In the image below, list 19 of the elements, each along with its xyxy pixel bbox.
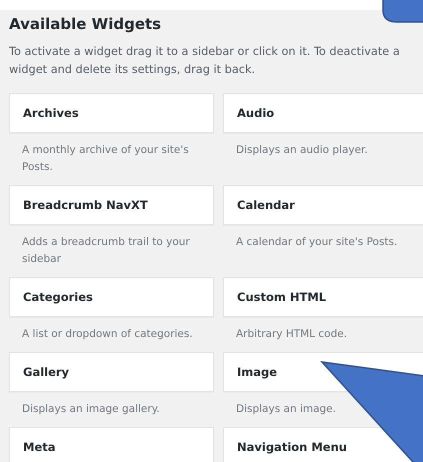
callout-bubble xyxy=(382,0,423,23)
widget-card[interactable]: Audio xyxy=(223,93,423,133)
panel-title: Available Widgets xyxy=(9,15,162,33)
widget-description: Adds a breadcrumb trail to your sidebar xyxy=(21,235,191,267)
widget-card[interactable]: Categories xyxy=(9,277,214,317)
widget-description: A calendar of your site's Posts. xyxy=(235,235,398,250)
widget-description: Arbitrary HTML code. xyxy=(235,327,348,342)
widget-card[interactable]: Archives xyxy=(9,93,214,133)
widget-description: Displays an image. xyxy=(235,402,337,417)
widget-description: Displays an audio player. xyxy=(235,143,369,158)
widget-card[interactable]: Gallery xyxy=(9,352,214,392)
widget-description: A list or dropdown of categories. xyxy=(21,327,194,342)
widget-description: Displays an image gallery. xyxy=(21,402,161,417)
widget-card[interactable]: Meta xyxy=(9,427,214,462)
widget-card[interactable]: Breadcrumb NavXT xyxy=(9,185,214,225)
widget-description: A monthly archive of your site's Posts. xyxy=(21,143,190,175)
panel-description: To activate a widget drag it to a sidebar or click on it. To deactivate a widget and delete its settings, drag it back. xyxy=(9,44,401,78)
widget-card[interactable]: Custom HTML xyxy=(223,277,423,317)
widget-card[interactable]: Calendar xyxy=(223,185,423,225)
